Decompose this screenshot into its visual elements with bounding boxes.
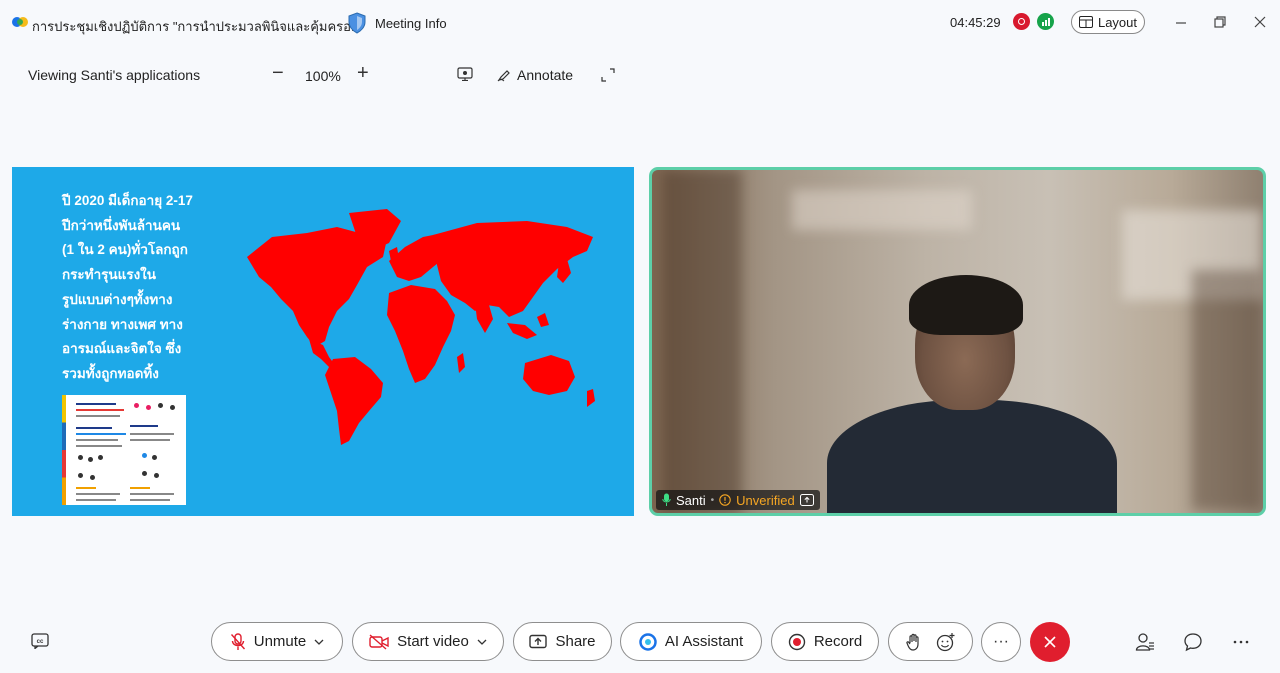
restore-icon[interactable] bbox=[1212, 14, 1228, 30]
close-icon[interactable] bbox=[1252, 14, 1268, 30]
microphone-muted-icon bbox=[230, 632, 245, 650]
ai-assistant-icon bbox=[639, 632, 657, 651]
ai-assistant-button[interactable]: AI Assistant bbox=[620, 622, 762, 661]
warning-icon bbox=[719, 494, 731, 506]
unverified-status: Unverified bbox=[736, 492, 795, 508]
record-label: Record bbox=[813, 633, 863, 650]
meeting-info-button[interactable]: Meeting Info bbox=[375, 16, 447, 31]
participant-name: Santi bbox=[676, 492, 706, 508]
slide-line: ปีกว่าหนึ่งพันล้านคน bbox=[62, 217, 181, 233]
closed-captions-icon[interactable]: cc bbox=[31, 633, 49, 649]
layout-button[interactable]: Layout bbox=[1071, 10, 1145, 34]
screen-share-icon[interactable] bbox=[457, 67, 473, 81]
record-button[interactable]: Record bbox=[771, 622, 879, 661]
infographic-image bbox=[62, 395, 186, 505]
shared-screen[interactable]: ปี 2020 มีเด็กอายุ 2-17 ปีกว่าหนึ่งพันล้… bbox=[12, 167, 634, 516]
annotate-button[interactable]: Annotate bbox=[497, 67, 573, 83]
start-video-label: Start video bbox=[397, 633, 469, 650]
shield-icon[interactable] bbox=[347, 12, 367, 34]
participant-video-tile[interactable]: Santi • Unverified bbox=[649, 167, 1266, 516]
minimize-icon[interactable] bbox=[1173, 14, 1189, 30]
ai-assistant-label: AI Assistant bbox=[664, 633, 744, 650]
emoji-reaction-icon[interactable] bbox=[936, 632, 956, 652]
unmute-button[interactable]: Unmute bbox=[211, 622, 343, 661]
slide-line: (1 ใน 2 คน)ทั่วโลกถูก bbox=[62, 242, 188, 258]
layout-label: Layout bbox=[1097, 14, 1138, 30]
participant-label: Santi • Unverified bbox=[656, 490, 820, 510]
zoom-level: 100% bbox=[305, 68, 341, 84]
more-options-label: ··· bbox=[993, 633, 1009, 650]
slide-line: รวมทั้งถูกทอดทิ้ง bbox=[62, 365, 159, 381]
recording-indicator-icon bbox=[1013, 13, 1030, 30]
meeting-timer: 04:45:29 bbox=[950, 15, 1001, 30]
share-screen-icon bbox=[529, 634, 548, 648]
chevron-down-icon[interactable] bbox=[477, 639, 487, 645]
separator-dot: • bbox=[710, 494, 715, 506]
expand-icon[interactable] bbox=[601, 68, 615, 82]
raise-hand-icon[interactable] bbox=[905, 633, 922, 651]
video-off-icon bbox=[369, 633, 389, 650]
svg-text:cc: cc bbox=[37, 639, 44, 645]
end-call-button[interactable] bbox=[1030, 622, 1070, 662]
layout-icon bbox=[1078, 16, 1093, 28]
world-map bbox=[247, 209, 595, 445]
slide-line: ร่างกาย ทางเพศ ทาง bbox=[62, 316, 183, 332]
participant-body bbox=[827, 400, 1117, 513]
network-health-icon[interactable] bbox=[1037, 13, 1054, 30]
slide-line: รูปแบบต่างๆทั้งทาง bbox=[62, 291, 173, 307]
reactions-group[interactable] bbox=[888, 622, 973, 661]
sharing-status-label: Viewing Santi's applications bbox=[28, 67, 201, 83]
more-options-button[interactable]: ··· bbox=[981, 622, 1021, 662]
end-call-x-icon bbox=[1044, 636, 1056, 648]
zoom-out-button[interactable]: − bbox=[272, 62, 284, 85]
annotate-label: Annotate bbox=[517, 67, 574, 83]
microphone-icon bbox=[662, 493, 671, 506]
zoom-in-button[interactable]: + bbox=[357, 62, 369, 85]
share-indicator-icon bbox=[799, 494, 814, 506]
webex-logo-icon bbox=[12, 17, 28, 27]
participant-hair bbox=[909, 275, 1023, 335]
share-button[interactable]: Share bbox=[513, 622, 612, 661]
record-icon bbox=[788, 633, 806, 650]
slide-text: ปี 2020 มีเด็กอายุ 2-17 ปีกว่าหนึ่งพันล้… bbox=[62, 189, 222, 387]
unmute-label: Unmute bbox=[253, 633, 307, 650]
slide-line: กระทำรุนแรงใน bbox=[62, 267, 156, 283]
more-icon[interactable] bbox=[1233, 639, 1249, 645]
chevron-down-icon[interactable] bbox=[314, 639, 324, 645]
meeting-title: การประชุมเชิงปฏิบัติการ "การนำประมวลพินิ… bbox=[32, 19, 362, 34]
chat-icon[interactable] bbox=[1183, 632, 1203, 652]
slide-line: ปี 2020 มีเด็กอายุ 2-17 bbox=[62, 193, 193, 208]
title-bar: การประชุมเชิงปฏิบัติการ "การนำประมวลพินิ… bbox=[0, 0, 1280, 46]
slide-line: อารมณ์และจิตใจ ซึ่ง bbox=[62, 341, 182, 357]
start-video-button[interactable]: Start video bbox=[352, 622, 504, 661]
share-label: Share bbox=[555, 633, 596, 650]
annotate-pen-icon bbox=[497, 70, 510, 82]
participants-icon[interactable] bbox=[1135, 632, 1155, 652]
